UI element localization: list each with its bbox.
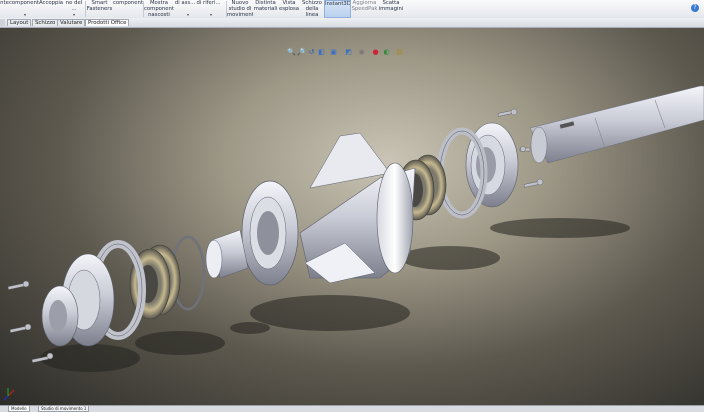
apply-scene-icon[interactable]: ◐ (382, 48, 391, 57)
tab-evaluate[interactable]: Valutare (57, 19, 86, 26)
mate-button[interactable]: Accoppia (39, 0, 63, 18)
move-component-button[interactable]: componente (113, 0, 143, 18)
tab-model[interactable]: Modello (8, 406, 30, 412)
tab-sketch[interactable]: Schizzo (32, 19, 59, 26)
exploded-assembly-model[interactable] (0, 28, 704, 405)
bill-of-materials-button[interactable]: Distinta materiali (253, 0, 278, 18)
view-orientation-icon[interactable]: ▣ (329, 48, 338, 57)
caret-icon[interactable]: ▾ (73, 12, 75, 17)
section-view-icon[interactable]: ◧ (317, 48, 326, 57)
show-hidden-components-button[interactable]: Mostra componenti nascosti (144, 0, 174, 18)
assembly-features-button[interactable]: di ass... (174, 0, 196, 18)
explode-line-sketch-button[interactable]: Schizzo della linea di... (300, 0, 324, 18)
display-style-icon[interactable]: ◩ (344, 48, 353, 57)
view-settings-icon[interactable]: ▤ (395, 48, 404, 57)
caret-icon[interactable]: ▾ (187, 12, 189, 17)
zoom-area-icon[interactable]: 🔎 (297, 48, 306, 57)
ribbon-cmd-0[interactable]: nte (0, 0, 9, 18)
caret-icon[interactable]: ▾ (24, 12, 26, 17)
help-icon[interactable]: ? (691, 4, 699, 12)
exploded-view-button[interactable]: Vista esplosa (278, 0, 300, 18)
zoom-to-fit-icon[interactable]: 🔍 (287, 48, 296, 57)
tab-scroll-left[interactable] (0, 19, 5, 26)
reference-geometry-button[interactable]: di riferi... (196, 0, 221, 18)
command-ribbon: nte componenti Accoppia ne del ... Smart… (0, 0, 704, 19)
tab-motion-study[interactable]: Studio di movimento 1 (38, 406, 90, 412)
update-speedpak-button[interactable]: Aggiorna SpeedPak (351, 0, 378, 18)
tab-layout[interactable]: Layout (7, 19, 32, 26)
view-triad (3, 388, 15, 401)
take-snapshot-button[interactable]: Scatta immagini (378, 0, 404, 18)
previous-view-icon[interactable]: ↺ (307, 48, 316, 57)
graphics-area[interactable]: 🔍 🔎 ↺ ◧ ▣ ◩ ◉ ● ◐ ▤ (0, 28, 704, 405)
instant3d-button[interactable]: Instant3D (324, 0, 351, 18)
smart-fasteners-button[interactable]: Smart Fasteners (86, 0, 113, 18)
hide-show-icon[interactable]: ◉ (357, 48, 366, 57)
spacer-tube[interactable] (205, 229, 249, 279)
output-shaft[interactable] (529, 85, 704, 164)
command-manager-tabs: Layout Schizzo Valutare Prodotti Office (0, 18, 704, 28)
tab-office-products[interactable]: Prodotti Office (85, 19, 130, 26)
edit-appearance-icon[interactable]: ● (371, 48, 380, 57)
caret-icon[interactable]: ▾ (210, 12, 212, 17)
hub-housing[interactable] (241, 132, 416, 286)
left-flange-cover[interactable] (41, 253, 115, 347)
new-motion-study-button[interactable]: Nuovo studio di movimento (227, 0, 253, 18)
